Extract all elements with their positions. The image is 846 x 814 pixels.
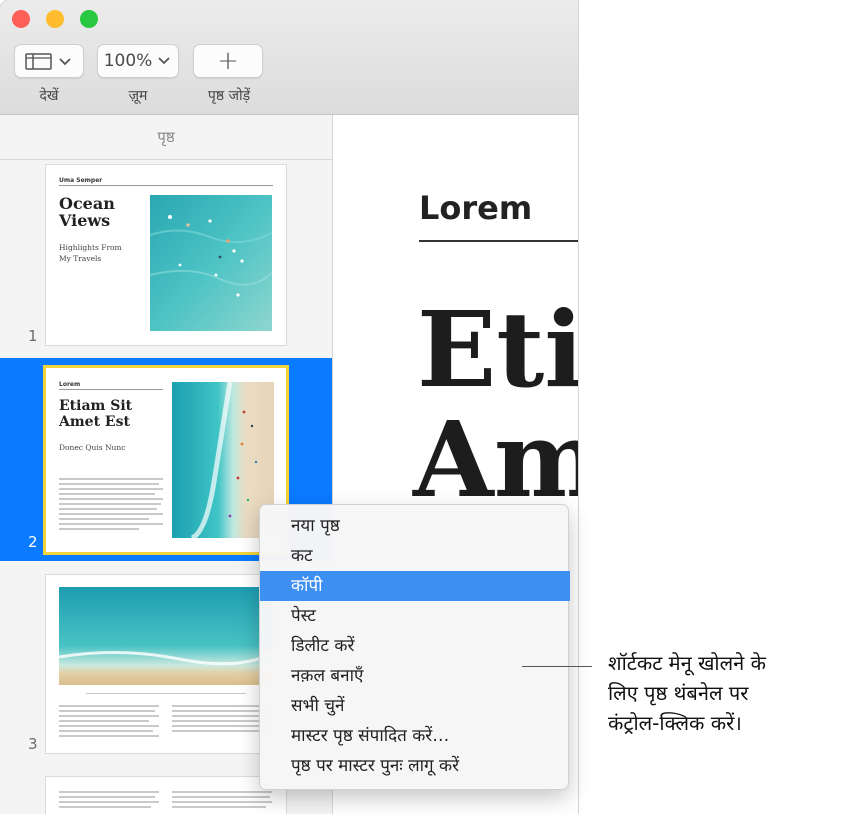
plus-icon: + xyxy=(217,46,239,76)
page-thumbnail-4[interactable] xyxy=(46,777,286,814)
thumb-author: Lorem xyxy=(59,381,81,388)
menu-item-cut[interactable]: कट xyxy=(260,541,570,571)
page-number-2: 2 xyxy=(28,533,38,551)
close-button[interactable] xyxy=(12,10,30,28)
page-number-1: 1 xyxy=(28,327,38,345)
thumb-rule xyxy=(59,389,163,390)
zoom-label: ज़ूम xyxy=(128,88,148,104)
zoom-select[interactable]: 100% xyxy=(97,44,179,78)
canvas-header: Lorem xyxy=(419,189,533,227)
toolbar: देखें 100% ज़ूम + पृष्ठ जोड़ें xyxy=(0,0,578,115)
menu-item-paste[interactable]: पेस्ट xyxy=(260,601,570,631)
context-menu: नया पृष्ठ कट कॉपी पेस्ट डिलीट करें नक़ल … xyxy=(259,504,570,790)
coast-photo xyxy=(59,587,273,685)
add-page-button[interactable]: + xyxy=(193,44,263,78)
thumb-title: Ocean Views xyxy=(59,194,115,230)
menu-item-select-all[interactable]: सभी चुनें xyxy=(260,691,570,721)
canvas-title-line1: Etia xyxy=(417,288,578,411)
thumb-title: Etiam Sit Amet Est xyxy=(59,398,133,430)
thumb-author: Uma Semper xyxy=(59,177,103,184)
menu-item-new-page[interactable]: नया पृष्ठ xyxy=(260,511,570,541)
callout-text: शॉर्टकट मेनू खोलने के लिए पृष्ठ थंबनेल प… xyxy=(608,651,766,735)
add-page-label: पृष्ठ जोड़ें xyxy=(207,88,251,104)
menu-item-delete[interactable]: डिलीट करें xyxy=(260,631,570,661)
thumb-rule xyxy=(59,185,273,186)
menu-item-copy[interactable]: कॉपी xyxy=(260,571,570,601)
chevron-down-icon xyxy=(158,57,170,65)
callout-line xyxy=(522,666,592,667)
zoom-value: 100% xyxy=(103,51,153,71)
menu-item-edit-master[interactable]: मास्टर पृष्ठ संपादित करें… xyxy=(260,721,570,751)
menu-item-reapply-master[interactable]: पृष्ठ पर मास्टर पुनः लागू करें xyxy=(260,751,570,781)
canvas-rule xyxy=(419,240,578,242)
thumb-subtitle: Donec Quis Nunc xyxy=(59,443,126,452)
view-button[interactable] xyxy=(14,44,84,78)
thumb-subtitle: Highlights From My Travels xyxy=(59,243,122,263)
sidebar-view-icon xyxy=(25,53,71,70)
sidebar-header: पृष्ठ xyxy=(0,115,332,160)
page-thumbnail-1[interactable]: Uma Semper Ocean Views Highlights From M… xyxy=(46,165,286,345)
minimize-button[interactable] xyxy=(46,10,64,28)
ocean-photo xyxy=(150,195,272,331)
page-number-3: 3 xyxy=(28,735,38,753)
page-thumbnail-2[interactable]: Lorem Etiam Sit Amet Est Donec Quis Nunc xyxy=(46,368,286,552)
zoom-window-button[interactable] xyxy=(80,10,98,28)
view-label: देखें xyxy=(39,88,59,104)
canvas-title-line2: Am xyxy=(413,398,578,521)
page-thumbnail-3[interactable] xyxy=(46,575,286,753)
